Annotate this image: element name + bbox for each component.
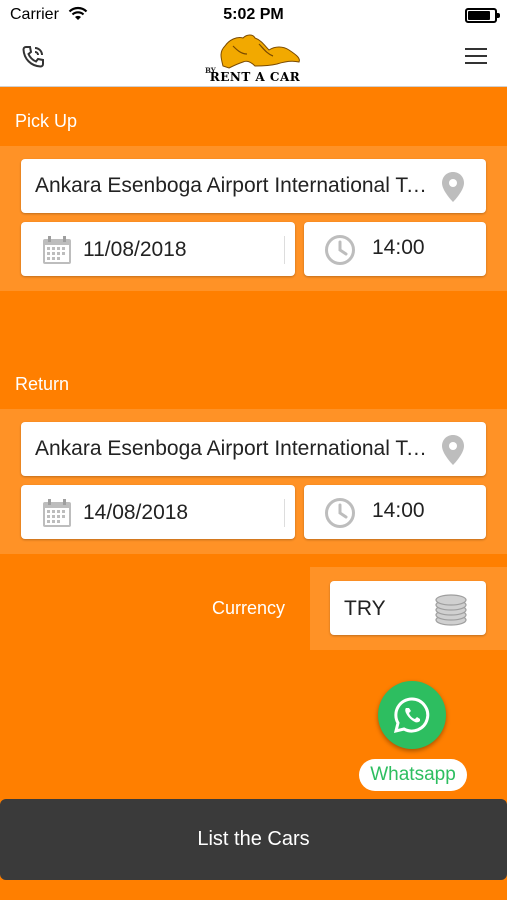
whatsapp-label[interactable]: Whatsapp [359,759,467,791]
currency-select[interactable]: TRY [330,581,486,635]
coins-icon [435,594,467,626]
return-date-field[interactable]: 14/08/2018 [21,485,295,539]
clock-icon [325,498,355,528]
field-divider [284,236,285,264]
hamburger-menu-icon[interactable] [465,48,487,66]
calendar-icon [43,499,71,527]
clock-time: 5:02 PM [223,6,284,23]
return-section-label: Return [15,374,70,394]
list-cars-button[interactable]: List the Cars [0,799,507,880]
pickup-time-value: 14:00 [372,236,425,259]
return-date-value: 14/08/2018 [83,501,189,524]
field-divider [284,499,285,527]
battery-icon [465,8,500,23]
pickup-location-field[interactable]: Ankara Esenboga Airport International Te… [21,159,486,213]
calendar-icon [43,236,71,264]
logo-text: RENT A CAR [209,70,301,84]
whatsapp-icon [393,697,430,734]
currency-value: TRY [344,597,386,620]
status-bar: Carrier 5:02 PM [0,0,507,30]
pickup-location-value: Ankara Esenboga Airport International Te… [35,174,430,197]
brand-logo: BY RENT A CAR [203,32,307,86]
pickup-time-field[interactable]: 14:00 [304,222,486,276]
return-location-value: Ankara Esenboga Airport International Te… [35,437,430,460]
app-header: BY RENT A CAR [0,30,507,87]
return-time-value: 14:00 [372,499,425,522]
return-time-field[interactable]: 14:00 [304,485,486,539]
location-pin-icon [442,172,464,202]
whatsapp-button[interactable] [378,681,446,749]
pickup-date-field[interactable]: 11/08/2018 [21,222,295,276]
return-location-field[interactable]: Ankara Esenboga Airport International Te… [21,422,486,476]
currency-label: Currency [212,598,286,618]
phone-icon[interactable] [20,44,46,70]
pickup-section-label: Pick Up [15,111,78,131]
location-pin-icon [442,435,464,465]
pickup-date-value: 11/08/2018 [83,238,187,261]
clock-icon [325,235,355,265]
